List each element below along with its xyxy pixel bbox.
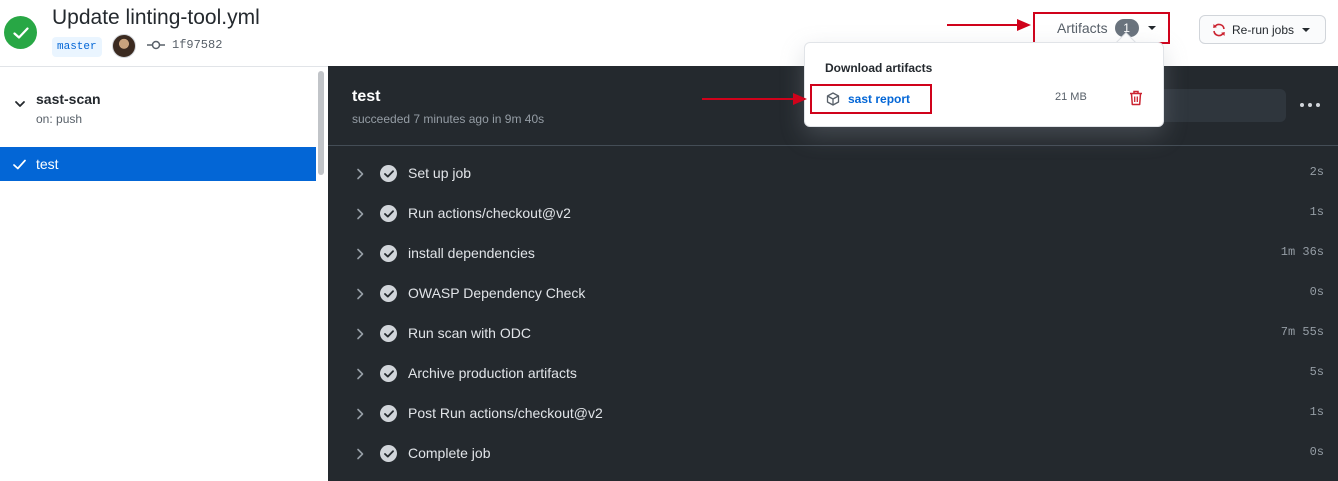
success-check-icon (4, 16, 37, 49)
step-row[interactable]: Complete job 0s (328, 434, 1338, 474)
check-circle-icon (380, 245, 397, 262)
step-name: Set up job (408, 165, 472, 181)
step-duration: 1s (1309, 205, 1324, 219)
check-circle-icon (380, 445, 397, 462)
check-circle-icon (380, 165, 397, 182)
artifact-size: 21 MB (1055, 91, 1087, 103)
check-icon (13, 159, 26, 169)
package-icon (826, 92, 840, 106)
check-circle-icon (380, 285, 397, 302)
chevron-right-icon (357, 248, 364, 260)
chevron-right-icon (357, 368, 364, 380)
step-row[interactable]: Run scan with ODC 7m 55s (328, 314, 1338, 354)
check-circle-icon (380, 405, 397, 422)
workflow-trigger: on: push (36, 112, 83, 126)
job-log-panel: test succeeded 7 minutes ago in 9m 40s S… (328, 66, 1338, 481)
artifacts-label: Artifacts (1057, 20, 1108, 36)
artifact-download-link[interactable]: sast report (810, 84, 932, 114)
chevron-right-icon (357, 208, 364, 220)
arrow-right-icon (947, 19, 1031, 31)
step-duration: 1m 36s (1280, 245, 1324, 259)
step-duration: 0s (1309, 285, 1324, 299)
check-circle-icon (380, 325, 397, 342)
job-title: test (352, 88, 381, 105)
step-row[interactable]: Archive production artifacts 5s (328, 354, 1338, 394)
step-name: Complete job (408, 445, 491, 461)
avatar[interactable] (112, 34, 136, 58)
rerun-jobs-button[interactable]: Re-run jobs (1199, 15, 1326, 44)
artifact-name: sast report (848, 92, 911, 106)
trash-icon[interactable] (1129, 90, 1143, 106)
arrow-right-icon (702, 93, 807, 105)
step-row[interactable]: Run actions/checkout@v2 1s (328, 194, 1338, 234)
step-row[interactable]: Post Run actions/checkout@v2 1s (328, 394, 1338, 434)
chevron-down-icon[interactable] (14, 99, 26, 109)
artifacts-dropdown: Download artifacts sast report 21 MB (804, 42, 1164, 127)
dropdown-header: Download artifacts (825, 61, 933, 75)
step-duration: 5s (1309, 365, 1324, 379)
job-status-text: succeeded 7 minutes ago in 9m 40s (352, 112, 545, 126)
chevron-right-icon (357, 408, 364, 420)
step-name: Post Run actions/checkout@v2 (408, 405, 603, 421)
kebab-icon[interactable] (1300, 98, 1320, 112)
check-circle-icon (380, 205, 397, 222)
rerun-label: Re-run jobs (1232, 22, 1295, 37)
step-row[interactable]: install dependencies 1m 36s (328, 234, 1338, 274)
step-row[interactable]: OWASP Dependency Check 0s (328, 274, 1338, 314)
step-name: OWASP Dependency Check (408, 285, 586, 301)
workflow-run-page: Update linting-tool.yml master 1f97582 A… (0, 0, 1338, 481)
step-duration: 7m 55s (1280, 325, 1324, 339)
artifacts-button[interactable]: Artifacts 1 (1033, 12, 1170, 44)
sidebar-item-test[interactable]: test (0, 147, 316, 181)
chevron-right-icon (357, 168, 364, 180)
step-duration: 1s (1309, 405, 1324, 419)
caret-down-icon (1302, 27, 1311, 32)
branch-badge[interactable]: master (52, 37, 102, 57)
step-name: Archive production artifacts (408, 365, 577, 381)
sidebar-scrollbar[interactable] (318, 71, 324, 175)
step-duration: 0s (1309, 445, 1324, 459)
step-duration: 2s (1309, 165, 1324, 179)
caret-down-icon (1147, 26, 1156, 30)
workflow-sidebar: sast-scan on: push test (0, 66, 328, 481)
workflow-name[interactable]: sast-scan (36, 91, 101, 107)
commit-icon (147, 40, 165, 50)
step-row[interactable]: Set up job 2s (328, 154, 1338, 194)
sync-icon (1213, 23, 1225, 36)
run-title: Update linting-tool.yml (52, 6, 260, 29)
chevron-right-icon (357, 288, 364, 300)
step-name: install dependencies (408, 245, 535, 261)
step-name: Run actions/checkout@v2 (408, 205, 571, 221)
chevron-right-icon (357, 448, 364, 460)
step-name: Run scan with ODC (408, 325, 531, 341)
chevron-right-icon (357, 328, 364, 340)
commit-hash[interactable]: 1f97582 (172, 38, 222, 52)
sidebar-item-label: test (36, 156, 59, 172)
check-circle-icon (380, 365, 397, 382)
divider (328, 145, 1338, 146)
